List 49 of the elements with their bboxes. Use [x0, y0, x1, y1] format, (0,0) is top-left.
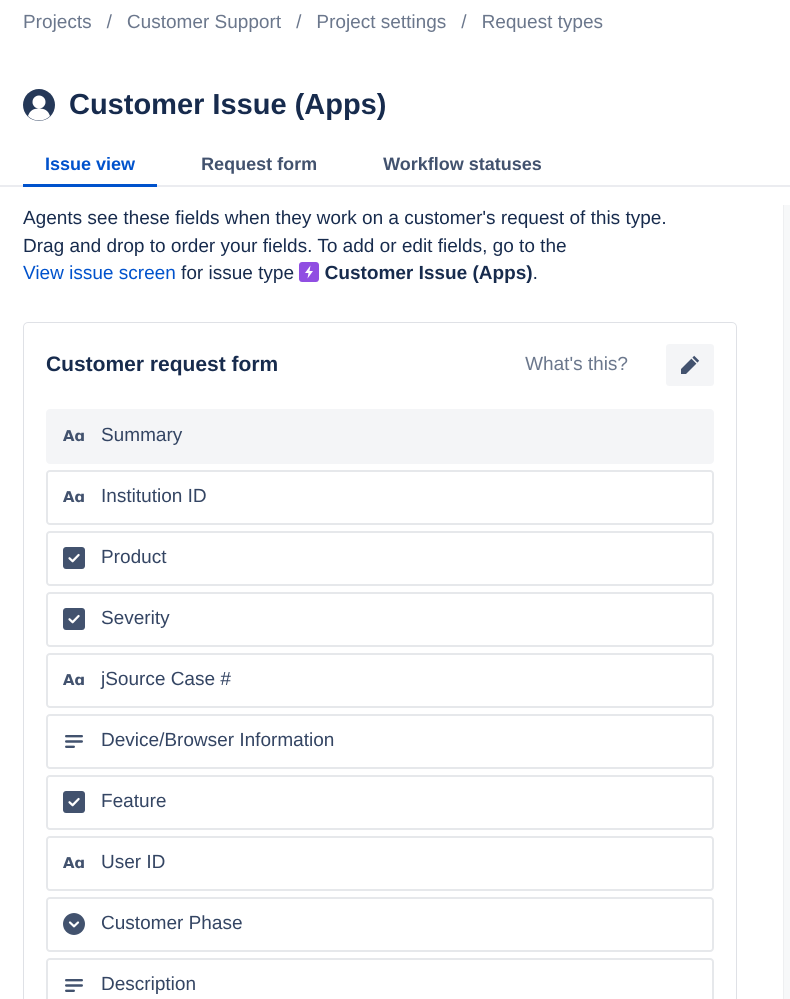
field-label: jSource Case #: [101, 669, 231, 691]
text-field-icon: Aɑ: [62, 427, 86, 445]
breadcrumb-separator: /: [106, 11, 112, 35]
pencil-icon: [679, 354, 701, 376]
field-label: User ID: [101, 852, 166, 874]
text-field-icon: Aɑ: [62, 671, 86, 689]
breadcrumb-link[interactable]: Request types: [482, 11, 604, 35]
field-label: Summary: [101, 425, 182, 447]
field-row[interactable]: Aɑ User ID: [46, 836, 714, 890]
checkbox-icon: [63, 547, 85, 569]
field-label: Institution ID: [101, 486, 207, 508]
field-row[interactable]: Aɑ Institution ID: [46, 470, 714, 524]
text-field-icon: Aɑ: [62, 488, 86, 506]
breadcrumb-link[interactable]: Projects: [23, 11, 92, 35]
card-title: Customer request form: [46, 352, 280, 376]
field-row[interactable]: Description: [46, 958, 714, 999]
field-row[interactable]: Severity: [46, 592, 714, 646]
breadcrumb-link[interactable]: Project settings: [316, 11, 446, 35]
text-field-icon: Aɑ: [62, 854, 86, 872]
tab[interactable]: Request form: [179, 145, 340, 187]
field-row[interactable]: Customer Phase: [46, 896, 714, 952]
field-label: Device/Browser Information: [101, 730, 334, 752]
page-title: Customer Issue (Apps): [69, 88, 386, 123]
paragraph-icon: [65, 978, 83, 992]
checkbox-icon: [63, 608, 85, 630]
tab[interactable]: Issue view: [23, 145, 158, 187]
field-label: Feature: [101, 791, 166, 813]
field-label: Customer Phase: [101, 913, 243, 935]
field-row[interactable]: Feature: [46, 774, 714, 830]
view-issue-screen-link[interactable]: View issue screen: [23, 263, 176, 284]
breadcrumb-link[interactable]: Customer Support: [126, 11, 282, 35]
lightning-icon: [299, 262, 320, 282]
checkbox-icon: [63, 791, 85, 813]
breadcrumb-separator: /: [461, 11, 467, 35]
description-text: Agents see these fields when they work on a customer's request of this type. Drag and drop to order your fields. To add or edit fields, go to the View issue screen for issue type Customer Issue (Apps).: [23, 207, 668, 286]
chevron-circle-icon: [63, 913, 85, 935]
breadcrumb-separator: /: [296, 11, 302, 35]
field-row[interactable]: Device/Browser Information: [46, 714, 714, 768]
paragraph-icon: [65, 734, 83, 748]
field-label: Severity: [101, 608, 170, 630]
field-row[interactable]: Product: [46, 530, 714, 586]
field-row[interactable]: Aɑ Summary: [46, 408, 714, 464]
help-link[interactable]: What's this?: [525, 354, 628, 376]
field-label: Product: [101, 547, 166, 569]
person-icon: [23, 89, 55, 121]
field-row[interactable]: Aɑ jSource Case #: [46, 652, 714, 708]
field-label: Description: [101, 974, 196, 996]
tab[interactable]: Workflow statuses: [361, 145, 564, 187]
edit-button[interactable]: [666, 344, 714, 386]
